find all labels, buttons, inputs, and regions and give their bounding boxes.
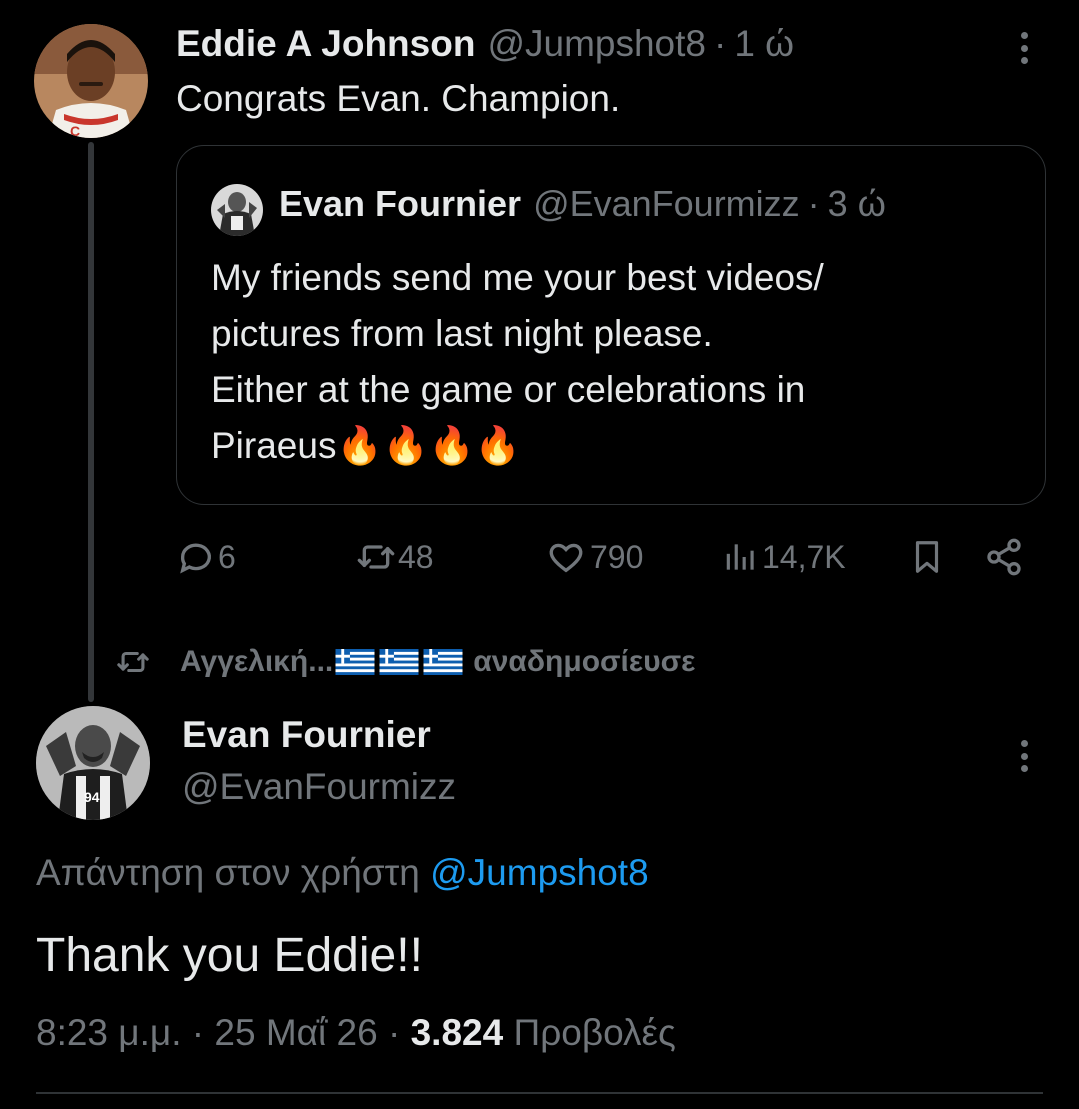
player-photo-icon (211, 184, 263, 236)
eddie-avatar[interactable]: C (34, 24, 148, 138)
retweet-action-label: αναδημοσίευσε (473, 645, 696, 678)
divider (36, 1092, 1043, 1094)
separator-dot: · (387, 1012, 401, 1053)
tweet2-author-name[interactable]: Evan Fournier (182, 714, 431, 756)
tweet2-date[interactable]: 25 Μαΐ 26 (214, 1012, 377, 1053)
quote-header: Evan Fournier @EvanFourmizz · 3 ώ (279, 182, 886, 226)
retweet-icon (357, 545, 395, 569)
like-button[interactable]: 790 (544, 530, 643, 584)
player-portrait-icon: C (34, 24, 148, 138)
retweet-context[interactable]: Αγγελική... αναδημοσίευσε (116, 640, 695, 684)
quote-author-name: Evan Fournier (279, 183, 522, 224)
separator-dot: · (714, 23, 727, 64)
tweet2-meta: 8:23 μ.μ. · 25 Μαΐ 26 · 3.824 Προβολές (36, 1012, 676, 1054)
separator-dot: · (807, 183, 820, 224)
greek-flag-icon (379, 649, 419, 675)
quoted-tweet-card[interactable]: Evan Fournier @EvanFourmizz · 3 ώ My fri… (176, 145, 1046, 505)
replying-to-line: Απάντηση στον χρήστη @Jumpshot8 (36, 852, 649, 894)
tweet1-text: Congrats Evan. Champion. (176, 78, 621, 119)
tweet2-views-label: Προβολές (513, 1012, 676, 1053)
tweet1-header: Eddie A Johnson @Jumpshot8 · 1 ώ (176, 22, 794, 66)
quote-time: 3 ώ (827, 183, 886, 224)
bookmark-button[interactable] (908, 530, 946, 584)
tweet1-time[interactable]: 1 ώ (734, 23, 794, 65)
reply-target-link[interactable]: @Jumpshot8 (430, 852, 649, 893)
retweet-button[interactable]: 48 (356, 530, 434, 584)
share-icon (987, 538, 1021, 576)
heart-icon (549, 543, 583, 573)
thread-connector-line (88, 142, 94, 702)
svg-text:C: C (70, 123, 80, 138)
tweet1-author-handle[interactable]: @Jumpshot8 (487, 23, 706, 65)
quote-author-handle: @EvanFourmizz (533, 183, 800, 224)
views-chart-icon (726, 544, 754, 570)
tweet-thread-view: C Eddie A Johnson @Jumpshot8 · 1 ώ Congr… (0, 0, 1079, 1109)
evan-avatar[interactable]: 94 (36, 706, 150, 820)
quote-text: My friends send me your best videos/ pic… (211, 250, 1011, 474)
like-count: 790 (590, 538, 644, 575)
reply-prefix: Απάντηση στον χρήστη (36, 852, 420, 893)
tweet2-time[interactable]: 8:23 μ.μ. (36, 1012, 182, 1053)
quote-author-avatar (211, 184, 263, 236)
bookmark-icon (915, 541, 939, 573)
tweet2-text: Thank you Eddie!! (36, 929, 423, 982)
tweet1-author-name[interactable]: Eddie A Johnson (176, 23, 475, 65)
retweet-icon (117, 651, 149, 673)
retweeter-name[interactable]: Αγγελική... (180, 645, 333, 679)
views-button[interactable]: 14,7K (722, 530, 846, 584)
more-options-icon[interactable] (1018, 734, 1030, 778)
tweet2-views-count: 3.824 (410, 1012, 504, 1053)
reply-button[interactable]: 6 (176, 530, 236, 584)
greek-flag-icon (335, 649, 375, 675)
svg-text:94: 94 (84, 789, 100, 805)
player-photo-icon: 94 (36, 706, 150, 820)
reply-icon (180, 543, 211, 574)
more-options-icon[interactable] (1018, 26, 1030, 70)
tweet1-action-bar: 6 48 790 14,7K (176, 530, 1036, 584)
share-button[interactable] (984, 530, 1024, 584)
separator-dot: · (191, 1012, 205, 1053)
fire-emoji-icons: 🔥🔥🔥🔥 (336, 425, 521, 466)
views-count: 14,7K (762, 538, 846, 575)
retweet-count: 48 (398, 538, 434, 575)
reply-count: 6 (218, 538, 236, 575)
greek-flag-icon (423, 649, 463, 675)
tweet2-author-handle[interactable]: @EvanFourmizz (182, 766, 456, 808)
